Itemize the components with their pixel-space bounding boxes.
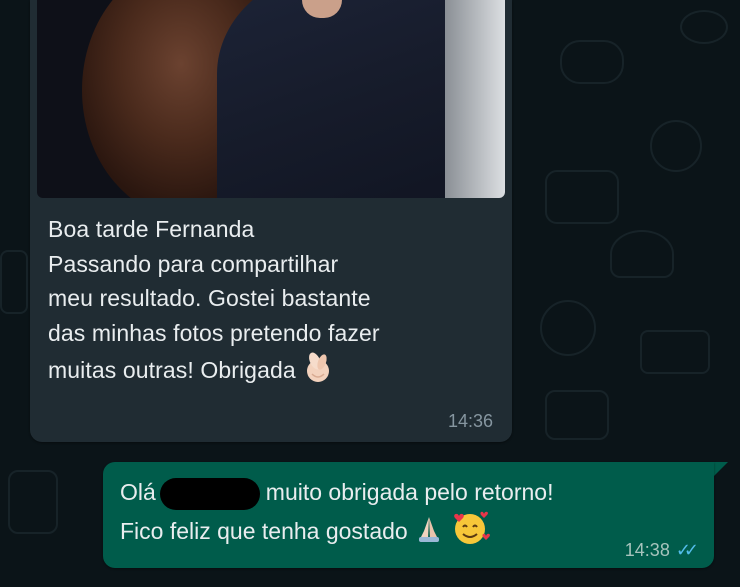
message-line: Boa tarde Fernanda [48, 216, 255, 242]
incoming-message-bubble[interactable]: Boa tarde Fernanda Passando para compart… [30, 0, 512, 442]
message-timestamp: 14:36 [447, 411, 493, 431]
message-line: Passando para compartilhar [48, 250, 339, 277]
message-line: meu resultado. Gostei bastante [48, 285, 371, 311]
outgoing-message-bubble[interactable]: Olá muito obrigada pelo retorno! Fico fel… [103, 462, 714, 568]
message-line: das minhas fotos pretendo fazer [48, 319, 380, 346]
folded-hands-icon [414, 513, 444, 553]
incoming-message-text: Boa tarde Fernanda Passando para compart… [48, 212, 503, 394]
shared-photo[interactable] [37, 0, 505, 198]
message-meta: 14:38 ✓✓ [624, 540, 699, 561]
smiling-face-with-hearts-icon [450, 510, 491, 556]
redacted-name [159, 477, 260, 510]
message-timestamp: 14:38 [624, 540, 670, 560]
message-line: Olá muito obrigada pelo retorno! [120, 474, 553, 510]
outgoing-message-text: Olá muito obrigada pelo retorno! Fico fel… [120, 474, 553, 556]
message-line: muitas outras! Obrigada [48, 350, 503, 394]
read-double-check-icon: ✓✓ [675, 540, 699, 560]
message-line: Fico feliz que tenha gostado [120, 510, 553, 556]
finger-heart-icon [302, 350, 334, 394]
bubble-tail [714, 462, 728, 476]
